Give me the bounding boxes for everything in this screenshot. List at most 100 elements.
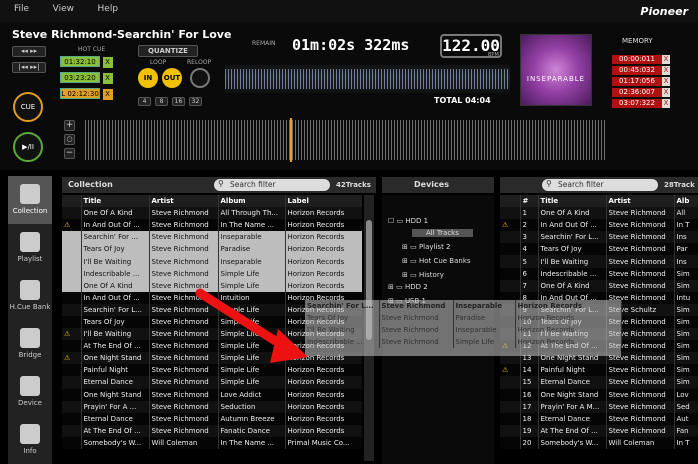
table-row[interactable]: ⚠ In And Out Of ... Steve Richmond In The N… [62, 219, 362, 232]
table-row[interactable]: At The End Of ... Steve Richmond Fanatic D… [62, 424, 362, 437]
overview-waveform[interactable] [225, 65, 510, 93]
cue-button[interactable]: CUE [13, 92, 43, 122]
table-row[interactable]: 4 Tears Of Joy Steve Richmond Par [500, 243, 698, 256]
hot-cue-b-clear-button[interactable]: X [102, 73, 113, 84]
device-hdd-1[interactable]: ☐ ▭ HDD 1 [388, 217, 428, 225]
right-search-input[interactable]: Search filter [542, 179, 658, 191]
hot-cue-b-time[interactable]: 03:23:20 [60, 72, 100, 83]
table-row[interactable]: One Night Stand Steve Richmond Love Addict… [62, 388, 362, 401]
table-row[interactable]: Tears Of Joy Steve Richmond Paradise Horizo… [305, 312, 622, 325]
table-row[interactable]: 7 One Of A Kind Steve Richmond Sim [500, 279, 698, 292]
table-row[interactable]: ⚠ 14 Painful Night Steve Richmond Sim [500, 364, 698, 377]
hot-cue-c-clear-button[interactable]: X [102, 89, 113, 100]
quantize-button[interactable]: QUANTIZE [138, 45, 198, 57]
col-album[interactable]: Alb [674, 195, 698, 208]
reloop-button[interactable] [190, 68, 210, 88]
zoom-search-icon[interactable]: ○ [64, 134, 75, 145]
hot-cue-c[interactable]: L 02:12:30 X [60, 88, 113, 100]
table-row[interactable]: Somebody's W... Will Coleman In The Name .… [62, 436, 362, 449]
table-row[interactable]: 19 At The End Of ... Steve Richmond Fan [500, 424, 698, 437]
table-row[interactable]: Tears Of Joy Steve Richmond Paradise Horizo… [62, 243, 362, 256]
table-row[interactable]: 1 One Of A Kind Steve Richmond All [500, 207, 698, 220]
table-row[interactable]: 16 One Night Stand Steve Richmond Lov [500, 388, 698, 401]
col-number[interactable]: # [520, 195, 539, 208]
memory-cue-2[interactable]: 00:45:032 X [612, 66, 670, 75]
play-pause-button[interactable]: ▶/II [13, 132, 43, 162]
memory-cue-delete-button[interactable]: X [662, 55, 670, 64]
memory-cue-time[interactable]: 00:45:032 [612, 66, 662, 75]
hot-cue-a-time[interactable]: 01:32:10 [60, 56, 100, 67]
loop-out-button[interactable]: OUT [162, 68, 182, 88]
track-skip-button[interactable]: |◂◂ ▸▸| [12, 62, 46, 73]
col-artist[interactable]: Artist [606, 195, 675, 208]
menu-view[interactable]: View [39, 0, 81, 14]
table-row[interactable]: 18 Eternal Dance Steve Richmond Aut [500, 412, 698, 425]
memory-cue-4[interactable]: 02:36:007 X [612, 88, 670, 97]
loop-size-4[interactable]: 4 [138, 97, 151, 106]
memory-cue-1[interactable]: 00:00:011 X [612, 55, 670, 64]
memory-cue-5[interactable]: 03:07:322 X [612, 99, 670, 108]
table-row[interactable]: 20 Somebody's W... Will Coleman In T [500, 436, 698, 449]
hot-cue-c-time[interactable]: L 02:12:30 [60, 88, 100, 99]
zoomed-waveform[interactable] [85, 120, 605, 160]
loop-in-button[interactable]: IN [138, 68, 158, 88]
table-row[interactable]: One Of A Kind Steve Richmond All Through T… [62, 207, 362, 220]
sidebar-item-info[interactable]: Info [8, 416, 52, 464]
memory-cue-delete-button[interactable]: X [662, 66, 670, 75]
memory-cue-delete-button[interactable]: X [662, 88, 670, 97]
device-history[interactable]: ⊞ ▭ History [402, 271, 444, 279]
memory-cue-time[interactable]: 00:00:011 [612, 55, 662, 64]
search-back-button[interactable]: ◂◂ ▸▸ [12, 46, 46, 57]
col-album[interactable]: Album [218, 195, 286, 208]
memory-cue-time[interactable]: 02:36:007 [612, 88, 662, 97]
col-title[interactable]: Title [538, 195, 607, 208]
memory-cue-3[interactable]: 01:17:056 X [612, 77, 670, 86]
cell-label: Horizon Records [285, 219, 362, 232]
loop-size-32[interactable]: 32 [189, 97, 202, 106]
table-row[interactable]: Prayin' For A ... Steve Richmond Seduction… [62, 400, 362, 413]
sidebar-item-bridge[interactable]: Bridge [8, 320, 52, 374]
device-hot-cue-banks[interactable]: ⊞ ▭ Hot Cue Banks [402, 257, 471, 265]
table-row[interactable]: I'll Be Waiting Steve Richmond Inseparable… [305, 324, 622, 337]
col-status[interactable] [500, 195, 521, 208]
row-status-cell [500, 243, 521, 256]
device-label: HDD 2 [404, 283, 428, 291]
col-title[interactable]: Title [81, 195, 150, 208]
memory-cue-time[interactable]: 01:17:056 [612, 77, 662, 86]
device-all-tracks[interactable]: All Tracks [412, 229, 473, 237]
collection-search-input[interactable]: Search filter [214, 179, 330, 191]
sidebar-item-collection[interactable]: Collection [8, 176, 52, 230]
hot-cue-a-clear-button[interactable]: X [102, 57, 113, 68]
hot-cue-a[interactable]: 01:32:10 X [60, 56, 113, 68]
menu-help[interactable]: Help [84, 0, 126, 14]
table-row[interactable]: 15 Eternal Dance Steve Richmond Sim [500, 376, 698, 389]
cell-title: In And Out Of ... [81, 291, 150, 304]
sidebar-item-hot-cue-bank[interactable]: H.Cue Bank [8, 272, 52, 326]
table-row[interactable]: 5 I'll Be Waiting Steve Richmond Ins [500, 255, 698, 268]
loop-size-8[interactable]: 8 [155, 97, 168, 106]
table-row[interactable]: 17 Prayin' For A M... Steve Richmond Sed [500, 400, 698, 413]
table-row[interactable]: Eternal Dance Steve Richmond Autumn Breeze… [62, 412, 362, 425]
col-status[interactable] [62, 195, 82, 208]
col-label[interactable]: Label [285, 195, 362, 208]
sidebar-item-playlist[interactable]: Playlist [8, 224, 52, 278]
device-playlist-2[interactable]: ⊞ ▭ Playlist 2 [402, 243, 451, 251]
table-row[interactable]: 6 Indescribable ... Steve Richmond Sim [500, 267, 698, 280]
col-artist[interactable]: Artist [149, 195, 219, 208]
table-row[interactable]: Indescribable ... Steve Richmond Simple Li… [305, 336, 622, 349]
table-row[interactable]: I'll Be Waiting Steve Richmond Inseparable… [62, 255, 362, 268]
memory-cue-time[interactable]: 03:07:322 [612, 99, 662, 108]
menu-file[interactable]: File [0, 0, 36, 14]
table-row[interactable]: ⚠ 2 In And Out Of ... Steve Richmond In T [500, 219, 698, 232]
memory-cue-delete-button[interactable]: X [662, 77, 670, 86]
zoom-in-button[interactable]: + [64, 120, 75, 131]
loop-size-16[interactable]: 16 [172, 97, 185, 106]
table-row[interactable]: Indescribable ... Steve Richmond Simple Li… [62, 267, 362, 280]
hot-cue-b[interactable]: 03:23:20 X [60, 72, 113, 84]
sidebar-item-device[interactable]: Device [8, 368, 52, 422]
device-hdd-2[interactable]: ⊞ ▭ HDD 2 [388, 283, 428, 291]
zoom-out-button[interactable]: − [64, 148, 75, 159]
table-row[interactable]: Searchin' For ... Steve Richmond Inseparab… [62, 231, 362, 244]
memory-cue-delete-button[interactable]: X [662, 99, 670, 108]
table-row[interactable]: 3 Searchin' For L... Steve Richmond Ins [500, 231, 698, 244]
